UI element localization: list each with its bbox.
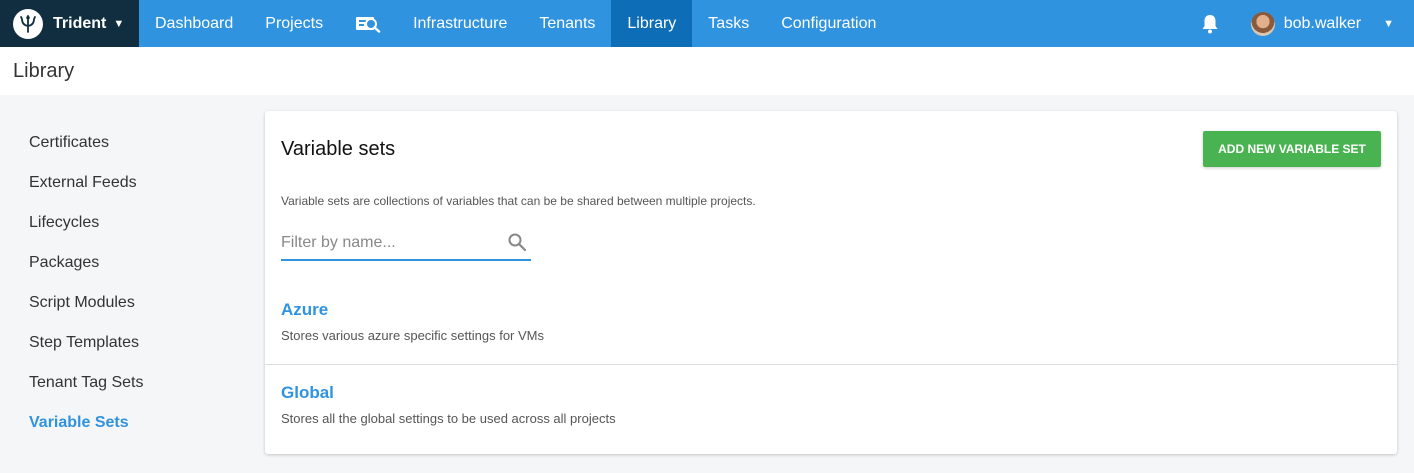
top-navigation-bar: Trident ▼ Dashboard Projects Infrastruct…	[0, 0, 1414, 47]
list-item[interactable]: Global Stores all the global settings to…	[265, 366, 1397, 448]
filter-field	[281, 229, 531, 261]
sidebar-item-tenant-tag-sets[interactable]: Tenant Tag Sets	[29, 363, 143, 403]
chevron-down-icon: ▼	[1383, 17, 1394, 30]
variable-set-name-azure[interactable]: Azure	[281, 300, 328, 320]
page-header: Library	[0, 47, 1414, 95]
list-item[interactable]: Azure Stores various azure specific sett…	[265, 283, 1397, 365]
filter-input[interactable]	[281, 229, 501, 257]
sidebar-item-step-templates[interactable]: Step Templates	[29, 323, 143, 363]
sidebar-item-external-feeds[interactable]: External Feeds	[29, 163, 143, 203]
variable-set-description: Stores all the global settings to be use…	[281, 411, 616, 426]
add-new-variable-set-button[interactable]: ADD NEW VARIABLE SET	[1203, 131, 1381, 167]
nav-infrastructure[interactable]: Infrastructure	[397, 0, 523, 47]
sidebar-item-certificates[interactable]: Certificates	[29, 123, 143, 163]
variable-sets-card: Variable sets ADD NEW VARIABLE SET Varia…	[265, 111, 1397, 454]
bell-icon[interactable]	[1201, 14, 1221, 34]
section-description: Variable sets are collections of variabl…	[281, 194, 756, 208]
sidebar-item-lifecycles[interactable]: Lifecycles	[29, 203, 143, 243]
nav-tasks[interactable]: Tasks	[692, 0, 765, 47]
variable-set-description: Stores various azure specific settings f…	[281, 328, 544, 343]
user-menu[interactable]: bob.walker ▼	[1250, 11, 1394, 36]
nav-tenants[interactable]: Tenants	[523, 0, 611, 47]
chevron-down-icon: ▼	[113, 17, 125, 30]
page-title: Library	[13, 60, 75, 82]
sidebar-item-script-modules[interactable]: Script Modules	[29, 283, 143, 323]
sidebar-item-packages[interactable]: Packages	[29, 243, 143, 283]
nav-projects[interactable]: Projects	[249, 0, 339, 47]
section-title: Variable sets	[281, 138, 396, 160]
nav-configuration[interactable]: Configuration	[765, 0, 892, 47]
sidebar-item-variable-sets[interactable]: Variable Sets	[29, 403, 143, 443]
nav-right-area: bob.walker ▼	[1201, 0, 1414, 47]
space-switcher[interactable]: Trident ▼	[0, 0, 139, 47]
search-tasks-icon[interactable]	[339, 0, 397, 47]
nav-library[interactable]: Library	[611, 0, 693, 47]
username: bob.walker	[1283, 14, 1362, 32]
nav-dashboard[interactable]: Dashboard	[139, 0, 249, 47]
variable-set-name-global[interactable]: Global	[281, 383, 334, 403]
library-sidebar: Certificates External Feeds Lifecycles P…	[29, 123, 143, 443]
trident-logo-icon	[13, 8, 43, 39]
search-icon	[507, 232, 527, 252]
avatar	[1250, 11, 1275, 36]
space-name: Trident	[53, 14, 107, 32]
